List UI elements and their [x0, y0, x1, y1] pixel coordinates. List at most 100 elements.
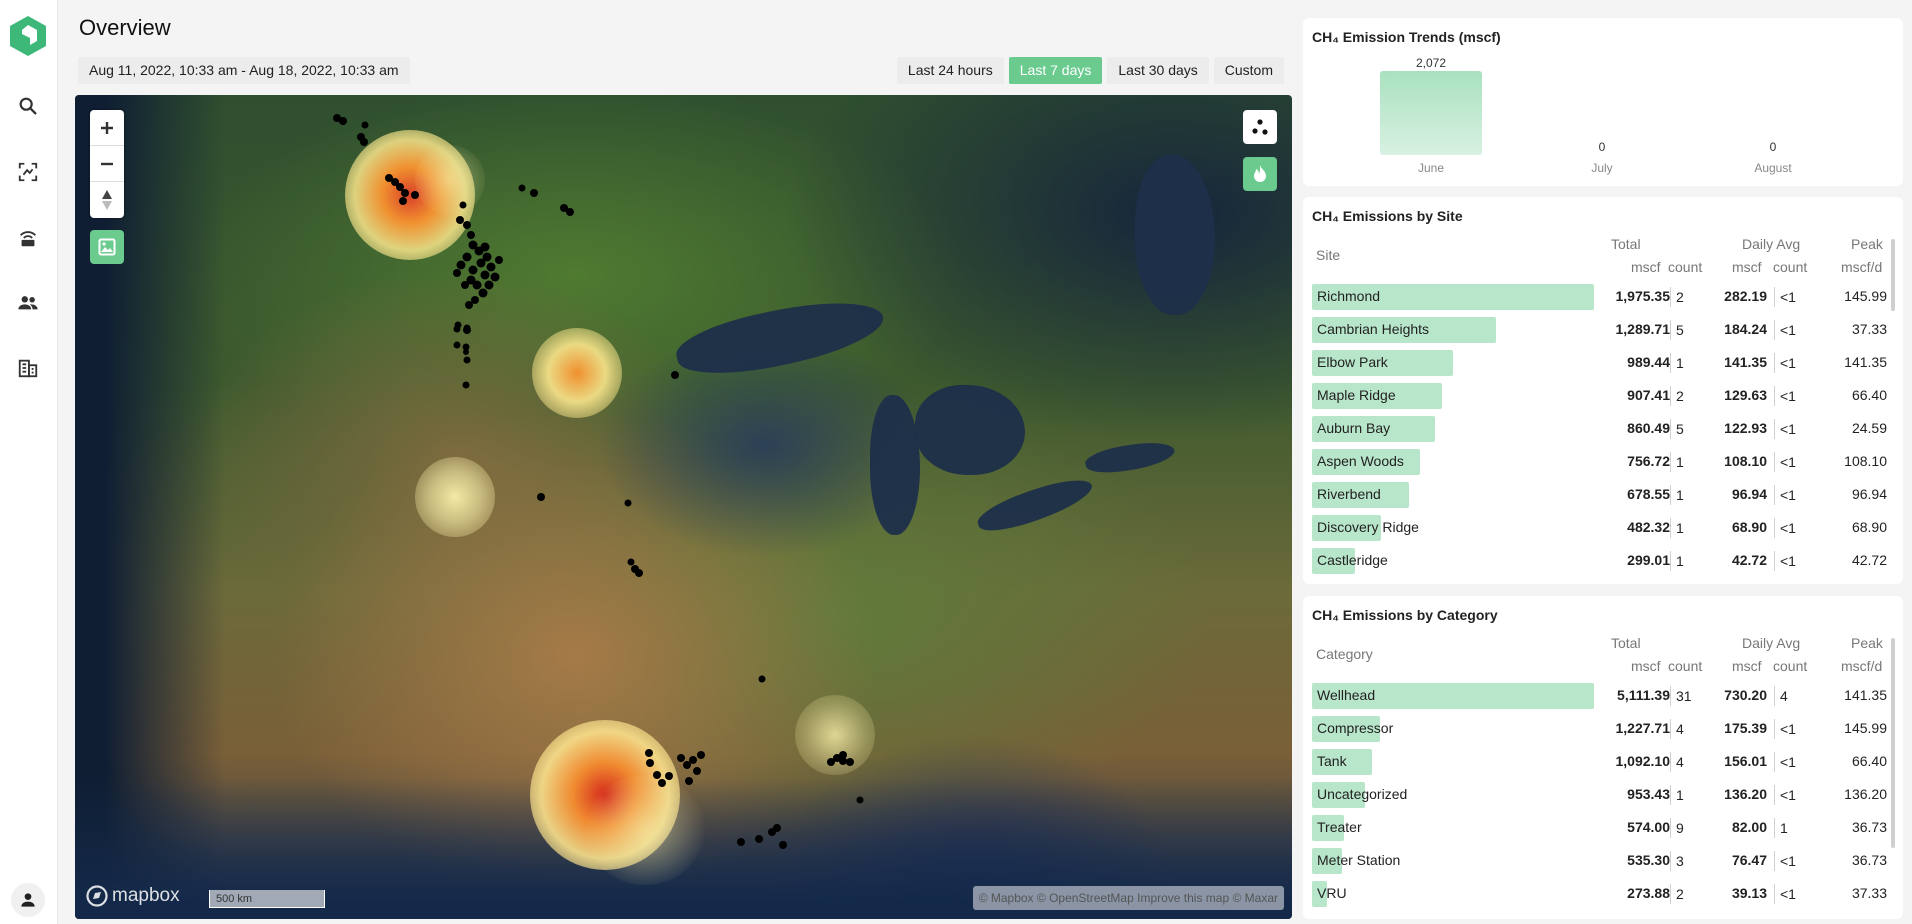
trend-bar-june[interactable]	[1380, 71, 1482, 155]
heatmap-toggle-button[interactable]	[1243, 157, 1277, 191]
total-count: 2	[1670, 287, 1684, 307]
trend-category-label: August	[1754, 161, 1792, 175]
site-name: Discovery Ridge	[1317, 519, 1419, 535]
peak-mscf-d: 68.90	[1851, 519, 1887, 535]
peak-mscf-d: 141.35	[1844, 687, 1887, 703]
range-button-7d[interactable]: Last 7 days	[1008, 57, 1103, 84]
daily-avg-count: <1	[1774, 287, 1796, 307]
daily-avg-mscf: 42.72	[1731, 552, 1767, 568]
daily-avg-mscf: 129.63	[1724, 387, 1767, 403]
emissions-by-category-panel: CH₄ Emissions by Category Category Total…	[1303, 596, 1903, 919]
peak-mscf-d: 136.20	[1844, 786, 1887, 802]
total-count: 1	[1670, 518, 1684, 538]
daily-avg-count: 4	[1774, 686, 1788, 706]
map-scale: 500 km	[209, 890, 325, 908]
peak-mscf-d: 37.33	[1851, 885, 1887, 901]
daily-avg-mscf: 175.39	[1724, 720, 1767, 736]
daily-avg-count: <1	[1774, 353, 1796, 373]
peak-mscf-d: 96.94	[1851, 486, 1887, 502]
app: Overview Aug 11, 2022, 10:33 am - Aug 18…	[0, 0, 1912, 924]
zoom-out-button[interactable]	[90, 146, 124, 182]
map-attribution[interactable]: © Mapbox © OpenStreetMap Improve this ma…	[972, 886, 1284, 910]
peak-mscf-d: 145.99	[1844, 288, 1887, 304]
total-count: 5	[1670, 419, 1684, 439]
category-row[interactable]: Meter Station 535.30 3 76.47 <1 36.73	[1312, 844, 1887, 877]
header-total-mscf: mscf	[1631, 259, 1661, 275]
daily-avg-mscf: 76.47	[1731, 852, 1767, 868]
site-name: Cambrian Heights	[1317, 321, 1430, 337]
category-name: VRU	[1317, 885, 1347, 901]
date-range-display[interactable]: Aug 11, 2022, 10:33 am - Aug 18, 2022, 1…	[78, 57, 410, 84]
range-button-30d[interactable]: Last 30 days	[1107, 57, 1209, 84]
sensor-icon[interactable]	[14, 224, 42, 252]
users-icon[interactable]	[14, 289, 42, 317]
mapbox-logo[interactable]: mapbox	[86, 885, 180, 907]
total-mscf: 273.88	[1627, 885, 1670, 901]
daily-avg-mscf: 82.00	[1731, 819, 1767, 835]
category-row[interactable]: Tank 1,092.10 4 156.01 <1 66.40	[1312, 745, 1887, 778]
profile-button[interactable]	[8, 882, 48, 918]
range-button-custom[interactable]: Custom	[1213, 57, 1284, 84]
site-row[interactable]: Aspen Woods 756.72 1 108.10 <1 108.10	[1312, 445, 1887, 478]
header-avg-mscf: mscf	[1732, 259, 1762, 275]
daily-avg-mscf: 68.90	[1731, 519, 1767, 535]
site-row[interactable]: Cambrian Heights 1,289.71 5 184.24 <1 37.33	[1312, 313, 1887, 346]
trend-category-label: June	[1418, 161, 1444, 175]
site-row[interactable]: Richmond 1,975.35 2 282.19 <1 145.99	[1312, 280, 1887, 313]
emissions-by-site-panel: CH₄ Emissions by Site Site Total Daily A…	[1303, 197, 1903, 584]
category-row[interactable]: VRU 273.88 2 39.13 <1 37.33	[1312, 877, 1887, 910]
category-table-title: CH₄ Emissions by Category	[1312, 607, 1498, 623]
category-row[interactable]: Wellhead 5,111.39 31 730.20 4 141.35	[1312, 679, 1887, 712]
site-row[interactable]: Riverbend 678.55 1 96.94 <1 96.94	[1312, 478, 1887, 511]
site-row[interactable]: Maple Ridge 907.41 2 129.63 <1 66.40	[1312, 379, 1887, 412]
total-count: 4	[1670, 719, 1684, 739]
total-count: 9	[1670, 818, 1684, 838]
map-style-button[interactable]	[90, 230, 124, 264]
peak-mscf-d: 66.40	[1851, 387, 1887, 403]
search-icon[interactable]	[14, 92, 42, 120]
total-count: 1	[1670, 353, 1684, 373]
daily-avg-count: <1	[1774, 752, 1796, 772]
emissions-map[interactable]: mapbox 500 km © Mapbox © OpenStreetMap I…	[75, 95, 1292, 919]
total-count: 4	[1670, 752, 1684, 772]
category-row[interactable]: Uncategorized 953.43 1 136.20 <1 136.20	[1312, 778, 1887, 811]
category-table-scrollbar[interactable]	[1891, 638, 1895, 848]
daily-avg-count: <1	[1774, 551, 1796, 571]
total-mscf: 953.43	[1627, 786, 1670, 802]
peak-mscf-d: 24.59	[1851, 420, 1887, 436]
total-count: 5	[1670, 320, 1684, 340]
daily-avg-mscf: 122.93	[1724, 420, 1767, 436]
site-row[interactable]: Elbow Park 989.44 1 141.35 <1 141.35	[1312, 346, 1887, 379]
buildings-icon[interactable]	[14, 354, 42, 382]
cluster-toggle-button[interactable]	[1243, 110, 1277, 144]
peak-mscf-d: 108.10	[1844, 453, 1887, 469]
total-mscf: 678.55	[1627, 486, 1670, 502]
header-daily-avg: Daily Avg	[1742, 635, 1801, 651]
daily-avg-count: <1	[1774, 485, 1796, 505]
range-button-24h[interactable]: Last 24 hours	[896, 57, 1004, 84]
peak-mscf-d: 36.73	[1851, 852, 1887, 868]
header-category: Category	[1316, 646, 1373, 662]
total-mscf: 1,227.71	[1615, 720, 1671, 736]
category-row[interactable]: Treater 574.00 9 82.00 1 36.73	[1312, 811, 1887, 844]
scan-icon[interactable]	[14, 158, 42, 186]
header-daily-avg: Daily Avg	[1742, 236, 1801, 252]
daily-avg-count: <1	[1774, 419, 1796, 439]
site-row[interactable]: Castleridge 299.01 1 42.72 <1 42.72	[1312, 544, 1887, 577]
app-logo[interactable]	[8, 14, 48, 58]
total-mscf: 574.00	[1627, 819, 1670, 835]
site-row[interactable]: Auburn Bay 860.49 5 122.93 <1 24.59	[1312, 412, 1887, 445]
daily-avg-count: <1	[1774, 320, 1796, 340]
emission-trends-panel: CH₄ Emission Trends (mscf) 2,072 June 0 Jul…	[1303, 18, 1903, 186]
header-total-mscf: mscf	[1631, 658, 1661, 674]
category-row[interactable]: Compressor 1,227.71 4 175.39 <1 145.99	[1312, 712, 1887, 745]
site-table-scrollbar[interactable]	[1891, 239, 1895, 311]
daily-avg-count: <1	[1774, 719, 1796, 739]
category-name: Meter Station	[1317, 852, 1401, 868]
peak-mscf-d: 145.99	[1844, 720, 1887, 736]
daily-avg-mscf: 141.35	[1724, 354, 1767, 370]
compass-button[interactable]	[90, 182, 124, 218]
zoom-in-button[interactable]	[90, 110, 124, 146]
page-title: Overview	[79, 15, 171, 40]
site-row[interactable]: Discovery Ridge 482.32 1 68.90 <1 68.90	[1312, 511, 1887, 544]
